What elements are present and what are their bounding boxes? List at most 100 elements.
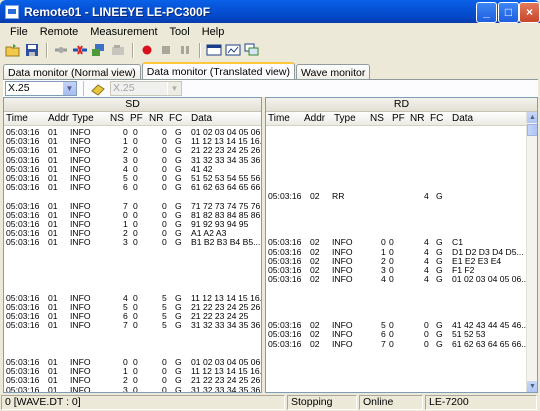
sd-cell-fc: G — [175, 384, 182, 393]
rd-cell-type: RR — [332, 191, 345, 202]
rd-cell-ns: 4 — [381, 274, 386, 285]
rd-cell-time: 05:03:16 — [268, 338, 302, 349]
table-row[interactable]: 05:03:16 01 INFO 7 0 5 G 31 32 33 34 35 36... — [4, 321, 261, 330]
sd-col-data[interactable]: Data — [191, 113, 212, 124]
sd-cell-type: INFO — [70, 320, 91, 331]
rd-cell-type: INFO — [332, 274, 353, 285]
connect-icon[interactable] — [52, 42, 70, 58]
sd-col-type[interactable]: Type — [72, 113, 94, 124]
table-row[interactable]: 05:03:16 02 INFO 2 0 4 G E1 E2 E3 E4 — [266, 256, 537, 266]
protocol-select-left-value: X.25 — [8, 82, 30, 94]
rd-col-addr[interactable]: Addr — [304, 113, 325, 124]
table-row[interactable]: 05:03:16 01 INFO 3 0 0 G B1 B2 B3 B4 B5... — [4, 238, 261, 247]
status-file: 0 [WAVE.DT : 0] — [1, 395, 285, 410]
menu-measurement[interactable]: Measurement — [84, 26, 163, 38]
rd-cell-addr: 02 — [310, 191, 320, 202]
close-button[interactable]: × — [519, 2, 540, 23]
pause-icon[interactable] — [176, 42, 194, 58]
rd-col-data[interactable]: Data — [452, 113, 473, 124]
sd-cell-data: 61 62 63 64 65 66... — [191, 182, 262, 193]
sd-cell-addr: 01 — [48, 182, 58, 193]
record-icon[interactable] — [138, 42, 156, 58]
menu-help[interactable]: Help — [196, 26, 231, 38]
rd-cell-addr: 02 — [310, 338, 320, 349]
sd-col-addr[interactable]: Addr — [48, 113, 69, 124]
window-icon[interactable] — [205, 42, 223, 58]
sd-cell-time: 05:03:16 — [6, 320, 40, 331]
sd-cell-type: INFO — [70, 182, 91, 193]
rd-cell-fc: G — [436, 191, 443, 202]
toolbar — [0, 40, 540, 60]
cascade-icon[interactable] — [243, 42, 261, 58]
menu-file[interactable]: File — [4, 26, 34, 38]
sd-col-nr[interactable]: NR — [149, 113, 163, 124]
scroll-thumb[interactable] — [527, 124, 537, 136]
tab-normal-view[interactable]: Data monitor (Normal view) — [3, 64, 141, 80]
menu-tool[interactable]: Tool — [164, 26, 196, 38]
table-row[interactable]: 05:03:16 02 INFO 5 0 0 G 41 42 43 44 45 46... — [266, 321, 537, 330]
rd-cell-fc: G — [436, 274, 443, 285]
table-row[interactable]: 05:03:16 01 INFO 6 0 0 G 61 62 63 64 65 66... — [4, 183, 261, 192]
protocol-select-left[interactable]: X.25 ▼ — [5, 81, 77, 96]
sd-col-fc[interactable]: FC — [169, 113, 182, 124]
sd-cell-ns: 6 — [123, 182, 128, 193]
menu-remote[interactable]: Remote — [34, 26, 85, 38]
scroll-up-icon[interactable]: ▲ — [527, 112, 537, 123]
protocol-selector-row: X.25 ▼ X.25 ▼ — [3, 80, 538, 97]
open-folder-icon[interactable] — [4, 42, 22, 58]
stop-icon[interactable] — [157, 42, 175, 58]
sd-col-pf[interactable]: PF — [130, 113, 143, 124]
maximize-button[interactable]: □ — [498, 2, 519, 23]
sd-cell-nr: 0 — [162, 182, 167, 193]
rd-panel: RD Time Addr Type NS PF NR FC Data 05:03… — [265, 97, 538, 393]
sd-cell-pf: 0 — [133, 320, 138, 331]
rd-vertical-scrollbar[interactable]: ▲ ▼ — [526, 112, 537, 392]
sd-cell-ns: 3 — [123, 237, 128, 248]
remote-icon[interactable] — [90, 42, 108, 58]
table-row[interactable]: 05:03:16 02 INFO 4 0 4 G 01 02 03 04 05 06... — [266, 275, 537, 284]
sd-cell-fc: G — [175, 237, 182, 248]
sd-col-time[interactable]: Time — [6, 113, 28, 124]
rd-cell-time: 05:03:16 — [268, 274, 302, 285]
rd-col-type[interactable]: Type — [334, 113, 356, 124]
status-connection: Online — [359, 395, 423, 410]
rd-col-fc[interactable]: FC — [430, 113, 443, 124]
sd-cell-type: INFO — [70, 237, 91, 248]
sd-col-ns[interactable]: NS — [110, 113, 124, 124]
rd-col-pf[interactable]: PF — [392, 113, 405, 124]
rd-cell-nr: 4 — [424, 191, 429, 202]
rd-cell-time: 05:03:16 — [268, 191, 302, 202]
sd-cell-addr: 01 — [48, 320, 58, 331]
tab-translated-view[interactable]: Data monitor (Translated view) — [141, 62, 295, 80]
sd-cell-nr: 5 — [162, 320, 167, 331]
rd-cell-ns: 7 — [381, 338, 386, 349]
sd-cell-data: 31 32 33 34 35 36... — [191, 384, 262, 393]
save-icon[interactable] — [23, 42, 41, 58]
toolbar-separator — [132, 42, 134, 58]
minimize-button[interactable]: _ — [476, 2, 497, 23]
sd-cell-fc: G — [175, 182, 182, 193]
monitor-icon[interactable] — [224, 42, 242, 58]
disconnect-icon[interactable] — [71, 42, 89, 58]
rd-cell-data: 01 02 03 04 05 06... — [452, 274, 529, 285]
rd-col-ns[interactable]: NS — [370, 113, 384, 124]
table-row[interactable]: 05:03:16 02 INFO 7 0 0 G 61 62 63 64 65 66... — [266, 338, 537, 349]
selector-separator — [83, 81, 84, 96]
rd-cell-nr: 0 — [424, 338, 429, 349]
protocol-select-right: X.25 ▼ — [110, 81, 182, 96]
table-row[interactable]: 05:03:16 01 INFO 3 0 0 G 31 32 33 34 35 36... — [4, 384, 262, 393]
sd-cell-pf: 0 — [133, 237, 138, 248]
app-icon — [5, 4, 19, 19]
chevron-down-icon[interactable]: ▼ — [62, 82, 76, 95]
eraser-icon[interactable] — [90, 82, 106, 96]
rd-cell-type: INFO — [332, 338, 353, 349]
sd-cell-ns: 7 — [123, 320, 128, 331]
scroll-down-icon[interactable]: ▼ — [527, 381, 537, 392]
sd-cell-pf: 0 — [133, 384, 138, 393]
tab-wave-monitor[interactable]: Wave monitor — [295, 64, 371, 80]
settings-icon[interactable] — [109, 42, 127, 58]
rd-col-time[interactable]: Time — [268, 113, 290, 124]
rd-col-nr[interactable]: NR — [410, 113, 424, 124]
table-row[interactable]: 05:03:16 02 RR 4 G — [266, 192, 537, 201]
sd-cell-addr: 01 — [48, 237, 58, 248]
